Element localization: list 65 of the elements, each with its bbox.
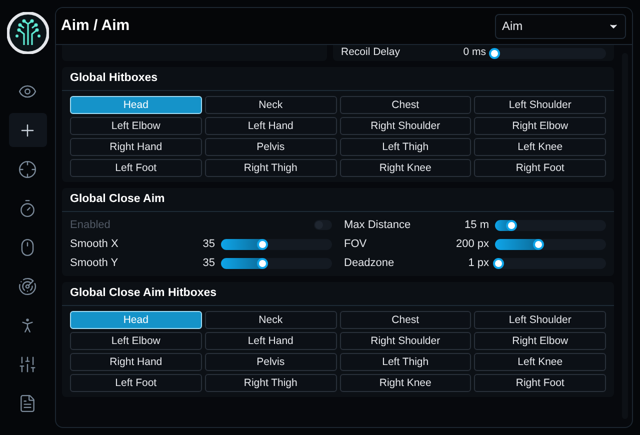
slider-thumb[interactable]	[489, 48, 500, 58]
hitbox-button[interactable]: Neck	[204, 311, 336, 329]
hitbox-button[interactable]: Left Elbow	[70, 117, 202, 135]
card-title: Global Close Aim	[70, 192, 165, 207]
setting-value: 15 m	[464, 218, 489, 233]
hitbox-button[interactable]: Pelvis	[204, 138, 336, 156]
hitbox-button[interactable]: Left Knee	[474, 138, 606, 156]
slider-thumb[interactable]	[533, 238, 544, 250]
hitbox-button[interactable]: Right Shoulder	[340, 332, 472, 350]
hitbox-button[interactable]: Chest	[340, 311, 472, 329]
hitbox-button[interactable]: Right Thigh	[204, 159, 336, 177]
setting-value: 0 ms	[462, 45, 486, 60]
setting-label: Recoil Delay	[341, 45, 401, 60]
timer-icon	[18, 198, 37, 218]
hitbox-button[interactable]: Right Hand	[70, 353, 202, 371]
hitbox-button[interactable]: Neck	[204, 96, 336, 114]
card-title: Global Hitboxes	[70, 70, 158, 86]
hitbox-button[interactable]: Right Thigh	[204, 374, 336, 392]
hitbox-button[interactable]: Right Elbow	[474, 117, 606, 135]
slider-track[interactable]	[492, 48, 606, 58]
setting-label: Enabled	[70, 218, 112, 233]
slider-track[interactable]	[221, 238, 332, 250]
hitbox-button[interactable]: Left Thigh	[340, 138, 472, 156]
hitbox-button[interactable]: Right Foot	[474, 374, 606, 392]
setting-value: 35	[202, 236, 215, 252]
radar-icon	[18, 276, 37, 296]
target-icon	[18, 160, 37, 178]
setting-value: 200 px	[454, 236, 489, 252]
hitbox-button[interactable]: Chest	[340, 96, 472, 114]
slider-track[interactable]	[495, 238, 606, 250]
hitbox-button[interactable]: Right Foot	[474, 159, 606, 177]
slider-thumb[interactable]	[257, 258, 268, 268]
slider-track[interactable]	[221, 258, 332, 268]
hitbox-button[interactable]: Left Foot	[70, 374, 202, 392]
slider-thumb[interactable]	[257, 238, 268, 250]
sliders-icon	[18, 354, 37, 374]
hitbox-button[interactable]: Right Elbow	[474, 332, 606, 350]
setting-label: FOV	[344, 236, 368, 252]
setting-value: 35	[202, 256, 215, 271]
card-title: Global Close Aim Hitboxes	[70, 286, 217, 301]
setting-label: Smooth Y	[70, 256, 120, 271]
hitbox-button[interactable]: Left Knee	[474, 353, 606, 371]
logo-icon	[6, 12, 48, 54]
document-icon	[18, 394, 37, 412]
slider-track[interactable]	[495, 258, 606, 268]
setting-label: Max Distance	[344, 218, 412, 233]
hitbox-button[interactable]: Right Hand	[70, 138, 202, 156]
slider-thumb[interactable]	[493, 258, 504, 268]
hitbox-button[interactable]: Right Shoulder	[340, 117, 472, 135]
page-title: Aim / Aim	[61, 16, 130, 36]
hitbox-button[interactable]: Right Knee	[340, 374, 472, 392]
hitbox-button[interactable]: Left Shoulder	[474, 96, 606, 114]
view-dropdown[interactable]: Aim	[495, 14, 626, 38]
hitbox-button[interactable]: Pelvis	[204, 353, 336, 371]
setting-label: Smooth X	[70, 236, 120, 252]
hitbox-button[interactable]: Right Knee	[340, 159, 472, 177]
hitbox-button[interactable]: Left Hand	[204, 117, 336, 135]
hitbox-button[interactable]: Left Hand	[204, 332, 336, 350]
slider-track[interactable]	[495, 220, 606, 230]
setting-label: Deadzone	[344, 256, 396, 271]
hitbox-button[interactable]: Left Thigh	[340, 353, 472, 371]
hitbox-button[interactable]: Left Shoulder	[474, 311, 606, 329]
hitbox-button[interactable]: Left Foot	[70, 159, 202, 177]
setting-value: 1 px	[467, 256, 489, 271]
hitbox-button[interactable]: Left Elbow	[70, 332, 202, 350]
